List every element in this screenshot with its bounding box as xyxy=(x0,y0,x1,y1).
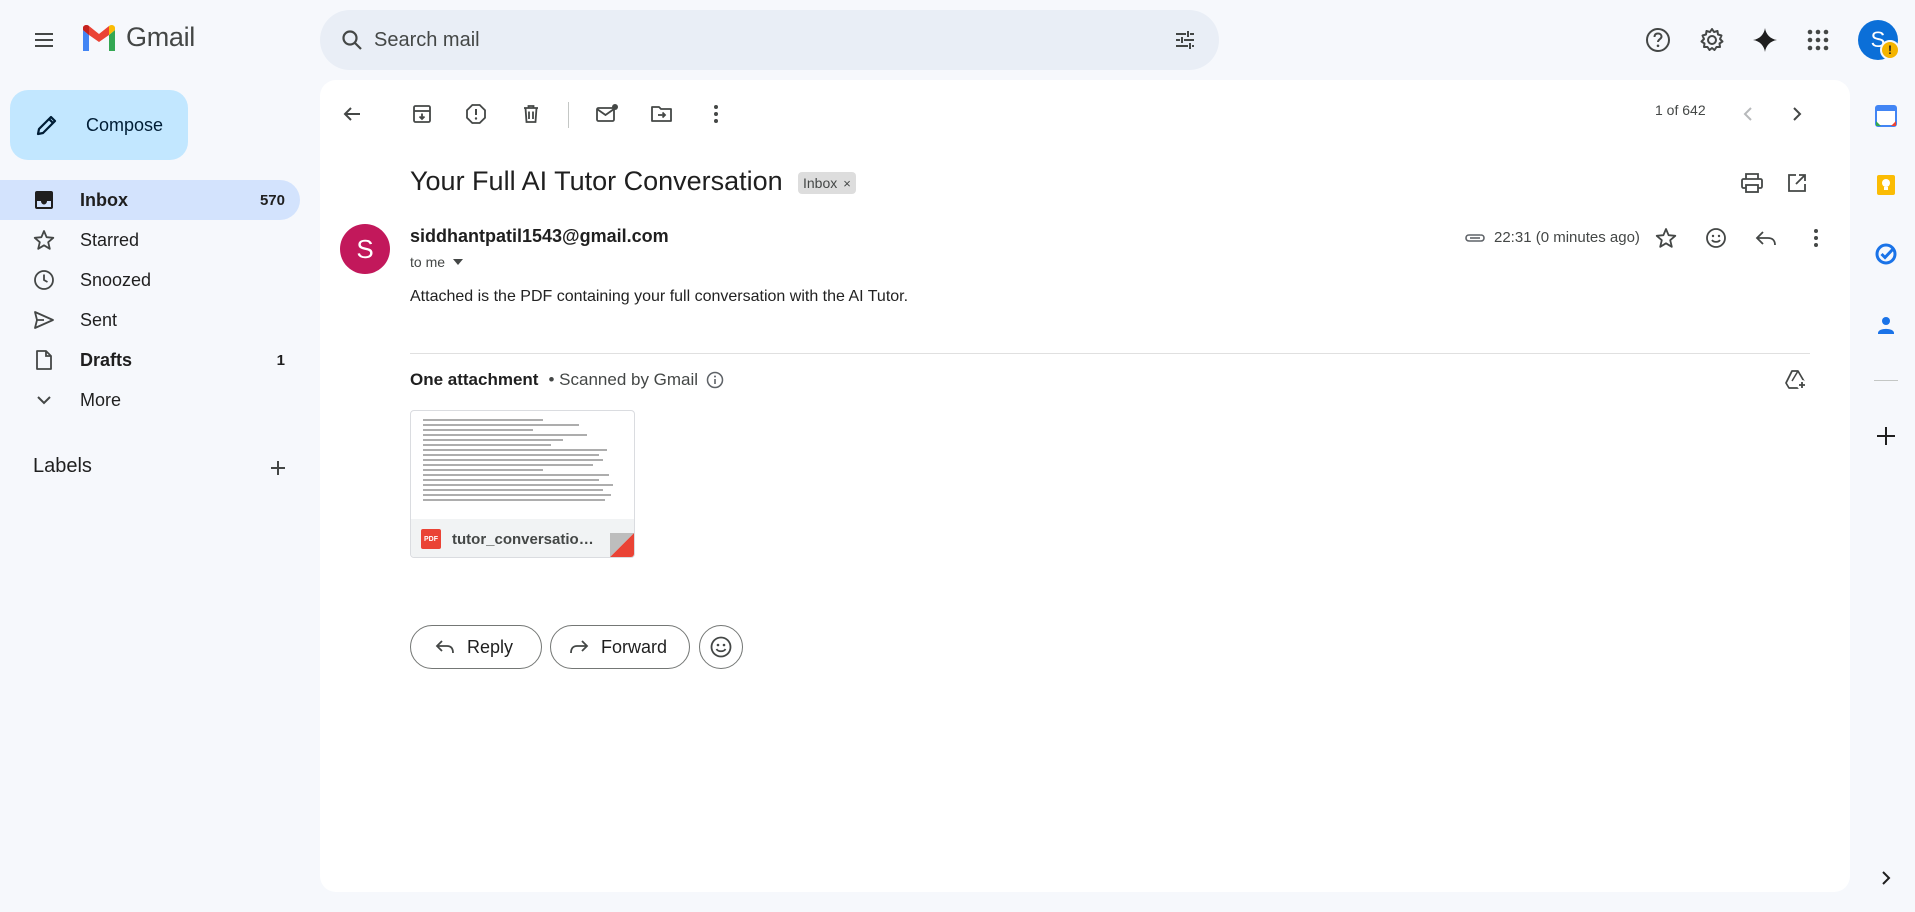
emoji-reaction-button[interactable] xyxy=(699,625,743,669)
compose-button[interactable]: Compose xyxy=(10,90,188,160)
rail-divider xyxy=(1874,380,1898,381)
toolbar-divider xyxy=(568,102,569,128)
forward-button[interactable]: Forward xyxy=(550,625,690,669)
contacts-icon[interactable] xyxy=(1870,309,1902,341)
sidebar-item-count: 1 xyxy=(276,351,285,369)
pagination-label: 1 of 642 xyxy=(1655,102,1706,118)
chevron-down-icon xyxy=(32,388,56,412)
attachments-divider xyxy=(410,353,1810,354)
apps-grid-icon[interactable] xyxy=(1798,20,1838,60)
sidebar-item-count: 570 xyxy=(259,191,285,209)
reply-button[interactable]: Reply xyxy=(410,625,542,669)
print-icon[interactable] xyxy=(1732,163,1772,203)
sidebar-item-drafts[interactable]: Drafts 1 xyxy=(0,340,300,380)
compose-label: Compose xyxy=(86,114,164,135)
sidebar-nav: Inbox 570 Starred Snoozed Sent Drafts 1 … xyxy=(0,180,300,420)
back-arrow-icon[interactable] xyxy=(332,94,372,134)
calendar-icon[interactable] xyxy=(1870,100,1902,132)
reply-icon[interactable] xyxy=(1746,218,1786,258)
settings-icon[interactable] xyxy=(1692,20,1732,60)
paperclip-icon xyxy=(1465,233,1485,242)
info-icon[interactable] xyxy=(706,371,724,389)
main-menu-icon[interactable] xyxy=(20,19,68,61)
app-name: Gmail xyxy=(126,22,196,52)
sidebar-item-starred[interactable]: Starred xyxy=(0,220,300,260)
forward-label: Forward xyxy=(601,636,668,657)
keep-icon[interactable] xyxy=(1870,169,1902,201)
send-icon xyxy=(32,308,56,332)
pdf-file-icon: PDF xyxy=(421,529,441,549)
more-vert-icon[interactable] xyxy=(696,94,736,134)
clock-icon xyxy=(32,268,56,292)
emoji-icon xyxy=(710,636,732,658)
attachments-header: One attachment • Scanned by Gmail xyxy=(410,370,724,390)
gmail-m-icon xyxy=(83,24,115,51)
open-new-window-icon[interactable] xyxy=(1777,163,1817,203)
inbox-label-chip[interactable]: Inbox × xyxy=(798,172,856,194)
reply-icon xyxy=(433,635,457,659)
sidebar-item-label: Snoozed xyxy=(80,269,152,290)
sidebar-item-label: More xyxy=(80,389,122,410)
emoji-reaction-icon[interactable] xyxy=(1696,218,1736,258)
support-icon[interactable] xyxy=(1638,20,1678,60)
email-body: Attached is the PDF containing your full… xyxy=(410,288,909,305)
reply-label: Reply xyxy=(467,636,514,657)
get-addons-plus-icon[interactable] xyxy=(1870,420,1902,452)
pdf-thumbnail xyxy=(423,419,623,511)
sidebar-item-sent[interactable]: Sent xyxy=(0,300,300,340)
sidebar-item-label: Inbox xyxy=(80,189,128,210)
sidebar-item-snoozed[interactable]: Snoozed xyxy=(0,260,300,300)
search-options-icon[interactable] xyxy=(1169,24,1201,56)
star-icon[interactable] xyxy=(1646,218,1686,258)
message-more-vert-icon[interactable] xyxy=(1796,218,1836,258)
move-to-icon[interactable] xyxy=(642,94,682,134)
star-icon xyxy=(32,228,56,252)
tasks-icon[interactable] xyxy=(1870,238,1902,270)
add-to-drive-icon[interactable] xyxy=(1776,360,1816,400)
timestamp: 22:31 (0 minutes ago) xyxy=(1494,229,1640,246)
search-icon[interactable] xyxy=(336,24,368,56)
account-warning-badge: ! xyxy=(1880,40,1900,60)
recipient-details[interactable]: to me xyxy=(410,254,464,270)
newer-chevron-left-icon[interactable] xyxy=(1728,94,1768,134)
mark-unread-icon[interactable] xyxy=(587,94,627,134)
email-view: 1 of 642 Your Full AI Tutor Conversation… xyxy=(320,80,1850,892)
sidebar-item-label: Sent xyxy=(80,309,118,330)
sidebar-item-label: Starred xyxy=(80,229,140,250)
sender-email[interactable]: siddhantpatil1543@gmail.com xyxy=(410,226,669,247)
report-spam-icon[interactable] xyxy=(456,94,496,134)
sender-avatar[interactable]: S xyxy=(340,224,390,274)
sidebar-item-more[interactable]: More xyxy=(0,380,300,420)
chip-label: Inbox xyxy=(803,175,838,191)
remove-label-icon[interactable]: × xyxy=(843,176,851,191)
pencil-icon xyxy=(32,110,62,140)
top-bar: Gmail S ! xyxy=(0,0,1915,80)
search-input[interactable] xyxy=(374,25,1154,55)
recipient-label: to me xyxy=(410,254,446,270)
older-chevron-right-icon[interactable] xyxy=(1777,94,1817,134)
pdf-corner-fold-icon xyxy=(610,533,634,557)
delete-icon[interactable] xyxy=(511,94,551,134)
draft-icon xyxy=(32,348,56,372)
archive-icon[interactable] xyxy=(402,94,442,134)
labels-heading: Labels xyxy=(33,455,92,477)
email-time: 22:31 (0 minutes ago) xyxy=(1464,229,1640,246)
attachments-count: One attachment xyxy=(410,370,539,389)
add-label-icon[interactable] xyxy=(262,452,294,484)
gmail-logo[interactable]: Gmail xyxy=(80,22,195,53)
inbox-icon xyxy=(32,188,56,212)
search-bar[interactable] xyxy=(320,10,1219,70)
gemini-icon[interactable] xyxy=(1745,20,1785,60)
scanned-label: • Scanned by Gmail xyxy=(548,370,699,389)
caret-down-icon xyxy=(453,259,464,265)
sidebar-item-inbox[interactable]: Inbox 570 xyxy=(0,180,300,220)
email-subject: Your Full AI Tutor Conversation xyxy=(410,166,783,196)
sidebar-item-label: Drafts xyxy=(80,349,133,370)
attachment-filename: tutor_conversation.pdf xyxy=(452,530,597,548)
expand-side-panel-chevron-icon[interactable] xyxy=(1870,862,1902,894)
attachment-card[interactable]: PDF tutor_conversation.pdf xyxy=(410,410,635,558)
forward-icon xyxy=(567,635,591,659)
